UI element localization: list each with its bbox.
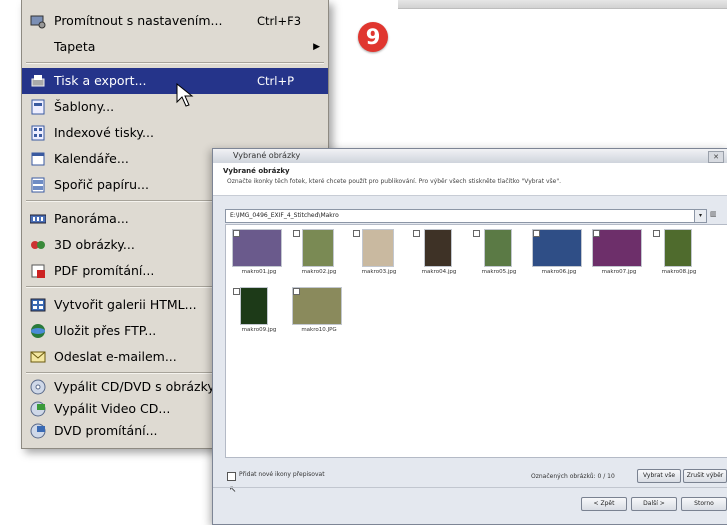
dialog-instruction: Označte ikonky těch fotek, které chcete … bbox=[227, 178, 561, 185]
thumbnail-image bbox=[362, 229, 394, 267]
folder-path-value: E:\IMG_0496_EXIF_4_Stitched\Makro bbox=[230, 212, 339, 219]
option-checkbox[interactable] bbox=[227, 472, 236, 481]
burn-cd-icon bbox=[30, 379, 46, 395]
index-print-icon bbox=[31, 125, 45, 141]
thumbnail-caption: makro07.jpg bbox=[601, 269, 637, 275]
cancel-button[interactable]: Storno bbox=[681, 497, 727, 511]
menu-separator bbox=[26, 62, 324, 64]
menu-item-slideshow-settings[interactable]: Promítnout s nastavením... Ctrl+F3 bbox=[22, 8, 328, 34]
menu-item-label: Vytvořit galerii HTML... bbox=[54, 297, 197, 312]
close-button[interactable]: ✕ bbox=[708, 151, 724, 163]
select-all-button[interactable]: Vybrat vše bbox=[637, 469, 681, 483]
menu-item-wallpaper[interactable]: Tapeta ▶ bbox=[22, 34, 328, 60]
print-export-icon bbox=[31, 75, 45, 87]
menu-item-label: Uložit přes FTP... bbox=[54, 323, 157, 338]
thumbnail-checkbox[interactable] bbox=[293, 230, 300, 237]
thumbnail-caption: makro09.jpg bbox=[241, 327, 277, 333]
dialog-heading: Vybrané obrázky bbox=[223, 167, 290, 175]
thumbnail-checkbox[interactable] bbox=[353, 230, 360, 237]
dialog-title: Vybrané obrázky bbox=[233, 151, 301, 160]
templates-icon bbox=[31, 99, 45, 115]
step-badge: 9 bbox=[358, 22, 388, 52]
browse-folder-icon[interactable]: ▥ bbox=[710, 210, 722, 221]
calendar-icon bbox=[31, 152, 45, 166]
selection-count: Označených obrázků: 0 / 10 bbox=[531, 473, 615, 480]
panorama-icon bbox=[30, 214, 46, 224]
menu-item-label: Odeslat e-mailem... bbox=[54, 349, 177, 364]
next-button[interactable]: Další > bbox=[631, 497, 677, 511]
menu-item-label: Spořič papíru... bbox=[54, 177, 149, 192]
menu-item-templates[interactable]: Šablony... bbox=[22, 94, 328, 120]
thumbnail-checkbox[interactable] bbox=[293, 288, 300, 295]
ftp-upload-icon bbox=[31, 324, 45, 338]
deselect-all-button[interactable]: Zrušit výběr bbox=[683, 469, 727, 483]
thumbnail-item[interactable]: makro03.jpg bbox=[352, 229, 406, 281]
thumbnail-checkbox[interactable] bbox=[233, 230, 240, 237]
menu-item-label: Promítnout s nastavením... bbox=[54, 13, 223, 28]
menu-item-index-print[interactable]: Indexové tisky... bbox=[22, 120, 328, 146]
thumbnail-caption: makro01.jpg bbox=[241, 269, 277, 275]
thumbnail-item[interactable]: makro06.jpg bbox=[532, 229, 586, 281]
thumbnail-item[interactable]: makro02.jpg bbox=[292, 229, 346, 281]
thumbnail-item[interactable]: makro10.JPG bbox=[292, 287, 346, 339]
thumbnail-item[interactable]: makro09.jpg bbox=[232, 287, 286, 339]
menu-item-label: PDF promítání... bbox=[54, 263, 155, 278]
menu-item-label: Tapeta bbox=[54, 39, 96, 54]
thumbnail-item[interactable]: makro01.jpg bbox=[232, 229, 286, 281]
thumbnail-caption: makro08.jpg bbox=[661, 269, 697, 275]
menu-item-label: Šablony... bbox=[54, 99, 115, 114]
thumbnail-item[interactable]: makro08.jpg bbox=[652, 229, 706, 281]
thumbnail-image bbox=[484, 229, 512, 267]
thumbnail-image bbox=[664, 229, 692, 267]
menu-item-shortcut: Ctrl+P bbox=[257, 74, 295, 88]
thumbnail-item[interactable]: makro07.jpg bbox=[592, 229, 646, 281]
thumbnail-item[interactable]: makro04.jpg bbox=[412, 229, 466, 281]
slideshow-settings-icon bbox=[30, 15, 46, 29]
mouse-pointer-icon bbox=[176, 83, 194, 107]
menu-item-label: DVD promítání... bbox=[54, 423, 158, 438]
thumbnail-caption: makro05.jpg bbox=[481, 269, 517, 275]
menu-item-label: 3D obrázky... bbox=[54, 237, 135, 252]
thumbnail-checkbox[interactable] bbox=[533, 230, 540, 237]
thumbnail-caption: makro10.JPG bbox=[301, 327, 337, 333]
thumbnail-checkbox[interactable] bbox=[593, 230, 600, 237]
thumbnail-item[interactable]: makro05.jpg bbox=[472, 229, 526, 281]
menu-item-print-export[interactable]: Tisk a export... Ctrl+P bbox=[22, 68, 328, 94]
dvd-slideshow-icon bbox=[30, 423, 46, 439]
back-button[interactable]: < Zpět bbox=[581, 497, 627, 511]
html-gallery-icon bbox=[30, 298, 46, 312]
thumbnail-image bbox=[240, 287, 268, 325]
folder-path-combobox[interactable]: E:\IMG_0496_EXIF_4_Stitched\Makro ▾ bbox=[225, 209, 707, 223]
selected-images-dialog: Vybrané obrázky ✕ Vybrané obrázky Označt… bbox=[212, 148, 727, 525]
thumbnail-checkbox[interactable] bbox=[233, 288, 240, 295]
menu-item-label: Tisk a export... bbox=[54, 73, 147, 88]
email-icon bbox=[30, 351, 46, 363]
chevron-down-icon[interactable]: ▾ bbox=[694, 210, 706, 222]
dialog-titlebar[interactable]: Vybrané obrázky ✕ bbox=[213, 149, 727, 163]
option-label: Přidat nové ikony přepisovat bbox=[239, 471, 325, 478]
dialog-header: Vybrané obrázky Označte ikonky těch fote… bbox=[213, 163, 727, 196]
thumbnail-image bbox=[302, 229, 334, 267]
thumbnail-checkbox[interactable] bbox=[473, 230, 480, 237]
thumbnail-image bbox=[424, 229, 452, 267]
3d-images-icon bbox=[31, 241, 45, 249]
video-cd-icon bbox=[30, 401, 46, 417]
menu-item-label: Panoráma... bbox=[54, 211, 129, 226]
thumbnail-caption: makro06.jpg bbox=[541, 269, 577, 275]
thumbnail-caption: makro04.jpg bbox=[421, 269, 457, 275]
thumbnail-caption: makro02.jpg bbox=[301, 269, 337, 275]
thumbnail-list: makro01.jpg makro02.jpg makro03.jpg makr… bbox=[225, 224, 727, 458]
paper-saver-icon bbox=[31, 177, 45, 193]
thumbnail-checkbox[interactable] bbox=[653, 230, 660, 237]
dialog-separator bbox=[213, 487, 727, 488]
thumbnail-checkbox[interactable] bbox=[413, 230, 420, 237]
thumbnail-caption: makro03.jpg bbox=[361, 269, 397, 275]
background-window-strip bbox=[398, 0, 727, 9]
menu-item-label: Indexové tisky... bbox=[54, 125, 154, 140]
pdf-slideshow-icon bbox=[31, 264, 45, 278]
menu-item-label: Kalendáře... bbox=[54, 151, 129, 166]
submenu-arrow-icon: ▶ bbox=[313, 42, 320, 52]
menu-item-shortcut: Ctrl+F3 bbox=[257, 14, 302, 28]
